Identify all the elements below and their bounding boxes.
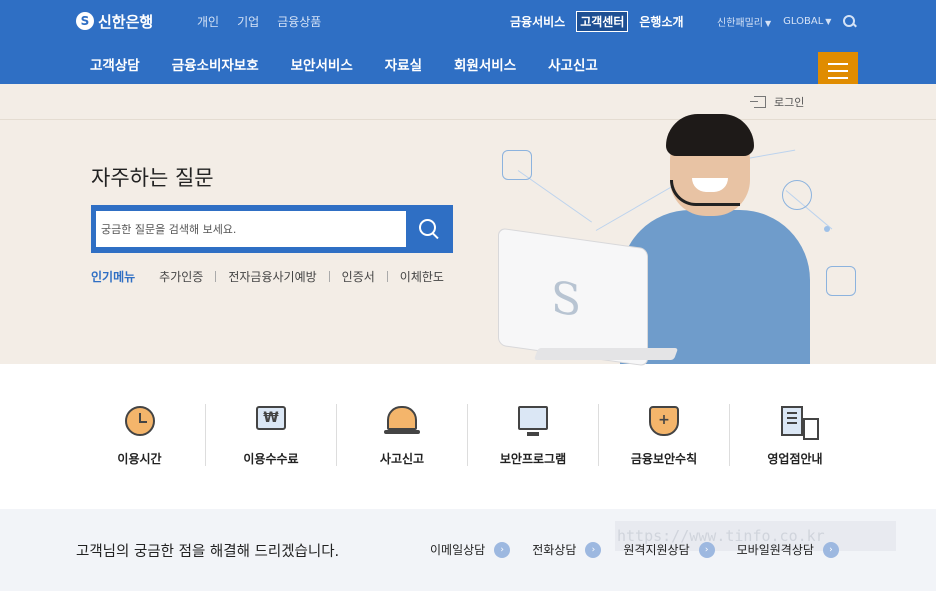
chevron-down-icon: ▼: [825, 17, 832, 26]
chevron-right-icon: ›: [698, 541, 715, 558]
center-links: 금융서비스 고객센터 은행소개: [507, 11, 687, 32]
divider: [328, 271, 330, 282]
contact-link-remote[interactable]: 원격지원상담 ›: [623, 541, 715, 558]
people-icon: [502, 150, 532, 180]
top-header: S 신한은행 개인 기업 금융상품 금융서비스 고객센터 은행소개 신한패밀리 ▼…: [0, 0, 936, 90]
contact-link-phone[interactable]: 전화상담 ›: [532, 541, 602, 558]
presentation-icon: [826, 266, 856, 296]
globe-icon: [782, 180, 812, 210]
network-dot: [824, 226, 830, 232]
link-bank-intro[interactable]: 은행소개: [636, 11, 686, 32]
agent-illustration: S: [496, 114, 876, 367]
laptop: S: [498, 227, 648, 367]
shield-icon: [649, 406, 679, 436]
family-label: 신한패밀리: [717, 18, 763, 29]
logo-text: 신한은행: [98, 12, 154, 31]
laptop-base: [533, 348, 679, 360]
quick-item-security-rules[interactable]: 금융보안수칙: [598, 404, 729, 466]
utility-menu: 신한패밀리 ▼ GLOBAL ▼: [717, 14, 856, 29]
top-nav: 개인 기업 금융상품: [197, 13, 321, 30]
login-label: 로그인: [774, 96, 805, 109]
won-monitor-icon: ₩: [256, 406, 286, 430]
global-dropdown[interactable]: GLOBAL ▼: [783, 16, 831, 27]
login-icon: [750, 96, 766, 108]
faq-search-button[interactable]: [409, 211, 447, 247]
quick-item-label: 사고신고: [379, 452, 425, 466]
quick-item-label: 금융보안수칙: [630, 452, 698, 466]
quick-item-incident[interactable]: 사고신고: [336, 404, 467, 466]
shinhan-logo[interactable]: S 신한은행: [76, 10, 153, 32]
quick-item-label: 보안프로그램: [499, 452, 567, 466]
chevron-right-icon: ›: [494, 541, 511, 558]
popular-label: 인기메뉴: [91, 270, 136, 284]
popular-menu: 인기메뉴 추가인증 전자금융사기예방 인증서 이체한도: [91, 268, 444, 285]
popular-keyword[interactable]: 인증서: [342, 268, 375, 285]
contact-link-label: 이메일상담: [430, 543, 486, 557]
link-customer-center[interactable]: 고객센터: [576, 11, 629, 32]
main-nav-security[interactable]: 보안서비스: [291, 54, 353, 74]
top-nav-business[interactable]: 기업: [237, 13, 259, 30]
link-financial-services[interactable]: 금융서비스: [507, 11, 568, 32]
clock-icon: [124, 406, 155, 436]
contact-link-mobile-remote[interactable]: 모바일원격상담 ›: [737, 541, 839, 558]
contact-link-label: 원격지원상담: [623, 543, 690, 557]
popular-keyword[interactable]: 추가인증: [159, 268, 203, 285]
agent-body: [620, 210, 810, 364]
quick-menu: 이용시간 ₩ 이용수수료 사고신고 보안프로그램 금융보안수칙 영업점안내: [74, 404, 869, 466]
quick-item-label: 이용수수료: [243, 452, 299, 466]
agent-hair: [666, 114, 754, 156]
contact-link-email[interactable]: 이메일상담 ›: [430, 541, 511, 558]
faq-search-input[interactable]: [96, 211, 406, 247]
contact-link-label: 모바일원격상담: [736, 543, 814, 557]
quick-item-branches[interactable]: 영업점안내: [729, 404, 860, 466]
chevron-right-icon: ›: [585, 541, 602, 558]
faq-search-box: [91, 205, 453, 253]
main-nav-consumer-protection[interactable]: 금융소비자보호: [172, 54, 259, 74]
top-nav-personal[interactable]: 개인: [197, 13, 219, 30]
login-button[interactable]: 로그인: [750, 94, 805, 110]
building-icon: [781, 406, 819, 440]
laptop-logo-icon: S: [551, 271, 582, 328]
contact-bar: 고객님의 궁금한 점을 해결해 드리겠습니다. https://www.tinf…: [0, 509, 936, 591]
hero-utility-bar: 로그인: [0, 84, 936, 120]
contact-title: 고객님의 궁금한 점을 해결해 드리겠습니다.: [76, 544, 340, 560]
global-label: GLOBAL: [783, 16, 824, 27]
divider: [215, 271, 217, 282]
faq-hero: 로그인 자주하는 질문 인기메뉴 추가인증 전자금융사기예방 인증서 이체한도 …: [0, 84, 936, 367]
quick-item-label: 영업점안내: [767, 452, 823, 466]
top-nav-products[interactable]: 금융상품: [277, 13, 321, 30]
shinhan-s-icon: S: [76, 12, 94, 30]
main-nav-incident[interactable]: 사고신고: [548, 54, 598, 74]
popular-keyword[interactable]: 전자금융사기예방: [228, 268, 316, 285]
popular-keyword[interactable]: 이체한도: [400, 268, 444, 285]
contact-link-label: 전화상담: [532, 543, 577, 557]
siren-icon: [384, 406, 420, 434]
chevron-right-icon: ›: [822, 541, 839, 558]
contact-links: 이메일상담 › 전화상담 › 원격지원상담 › 모바일원격상담 ›: [430, 541, 861, 558]
faq-title: 자주하는 질문: [91, 166, 214, 190]
search-icon[interactable]: [843, 15, 856, 28]
main-nav: 고객상담 금융소비자보호 보안서비스 자료실 회원서비스 사고신고: [90, 54, 598, 74]
main-nav-consult[interactable]: 고객상담: [90, 54, 140, 74]
divider: [386, 271, 388, 282]
security-monitor-icon: [518, 406, 548, 436]
quick-item-security-program[interactable]: 보안프로그램: [467, 404, 598, 466]
quick-item-label: 이용시간: [117, 452, 162, 466]
quick-item-hours[interactable]: 이용시간: [74, 404, 205, 466]
quick-item-fees[interactable]: ₩ 이용수수료: [205, 404, 336, 466]
chevron-down-icon: ▼: [765, 19, 772, 28]
main-nav-library[interactable]: 자료실: [385, 54, 422, 74]
main-nav-member[interactable]: 회원서비스: [454, 54, 516, 74]
family-dropdown[interactable]: 신한패밀리 ▼: [717, 14, 771, 29]
